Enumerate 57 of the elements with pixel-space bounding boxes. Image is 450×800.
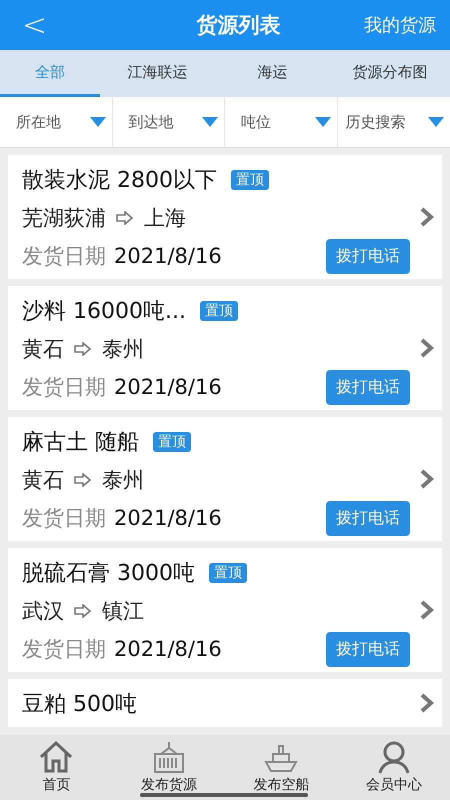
caret-icon xyxy=(202,117,218,127)
tab[interactable]: 货源分布图 xyxy=(330,50,450,97)
ship-date: 2021/8/16 xyxy=(114,375,222,399)
arrow-icon xyxy=(116,211,134,225)
filter-dropdown[interactable]: 所在地 xyxy=(0,97,112,147)
tab[interactable]: 海运 xyxy=(215,50,330,97)
nav-item[interactable]: 首页 xyxy=(0,735,112,800)
cargo-card[interactable]: 脱硫石膏 3000吨 置顶 武汉 镇江 发货日期 2021/8/16 拨打电话 xyxy=(8,548,442,672)
pinned-badge: 置顶 xyxy=(153,432,191,452)
origin: 黄石 xyxy=(22,467,64,494)
origin: 芜湖荻浦 xyxy=(22,205,106,232)
chevron-icon xyxy=(420,693,434,713)
origin: 武汉 xyxy=(22,598,64,625)
cargo-card[interactable]: 散装水泥 2800以下 置顶 芜湖荻浦 上海 发货日期 2021/8/16 拨打电话 xyxy=(8,155,442,279)
nav-item[interactable]: 发布空船 xyxy=(225,735,338,800)
cargo-card[interactable]: 豆粕 500吨 xyxy=(8,679,442,727)
caret-icon xyxy=(90,117,106,127)
nav-item[interactable]: 发布货源 xyxy=(112,735,225,800)
tab[interactable]: 江海联运 xyxy=(100,50,215,97)
destination: 镇江 xyxy=(102,598,144,625)
filter-dropdown[interactable]: 历史搜索 xyxy=(338,97,450,147)
pinned-badge: 置顶 xyxy=(200,301,238,321)
cargo-title: 散装水泥 2800以下 xyxy=(22,167,217,195)
chevron-icon xyxy=(420,600,434,620)
origin: 黄石 xyxy=(22,336,64,363)
arrow-icon xyxy=(74,473,92,487)
filter-dropdown[interactable]: 到达地 xyxy=(112,97,225,147)
nav-item[interactable]: 会员中心 xyxy=(338,735,450,800)
date-label: 发货日期 xyxy=(22,505,106,532)
date-label: 发货日期 xyxy=(22,374,106,401)
date-label: 发货日期 xyxy=(22,636,106,663)
cargo-title: 沙料 16000吨... xyxy=(22,298,186,326)
pinned-badge: 置顶 xyxy=(230,170,269,190)
home-icon xyxy=(38,740,74,774)
ship-date: 2021/8/16 xyxy=(114,506,222,530)
cargo-card[interactable]: 沙料 16000吨... 置顶 黄石 泰州 发货日期 2021/8/16 拨打电话 xyxy=(8,286,442,410)
chevron-icon xyxy=(420,469,434,489)
caret-icon xyxy=(314,117,330,127)
cargo-title: 脱硫石膏 3000吨 xyxy=(22,560,195,588)
ship-date: 2021/8/16 xyxy=(114,637,222,661)
destination: 泰州 xyxy=(102,467,144,494)
arrow-icon xyxy=(74,342,92,356)
pinned-badge: 置顶 xyxy=(208,563,247,583)
destination: 泰州 xyxy=(102,336,144,363)
page-title: 货源列表 xyxy=(196,12,281,39)
cargo-title: 豆粕 500吨 xyxy=(22,691,137,719)
chevron-icon xyxy=(420,207,434,227)
chevron-icon xyxy=(420,338,434,358)
person-icon xyxy=(376,740,412,774)
cargo-card[interactable]: 麻古土 随船 置顶 黄石 泰州 发货日期 2021/8/16 拨打电话 xyxy=(8,417,442,541)
ship-date: 2021/8/16 xyxy=(114,244,222,268)
cargo-title: 麻古土 随船 xyxy=(22,429,139,457)
destination: 上海 xyxy=(144,205,186,232)
caret-icon xyxy=(428,117,444,127)
date-label: 发货日期 xyxy=(22,243,106,270)
filter-dropdown[interactable]: 吨位 xyxy=(225,97,338,147)
arrow-icon xyxy=(74,604,92,618)
